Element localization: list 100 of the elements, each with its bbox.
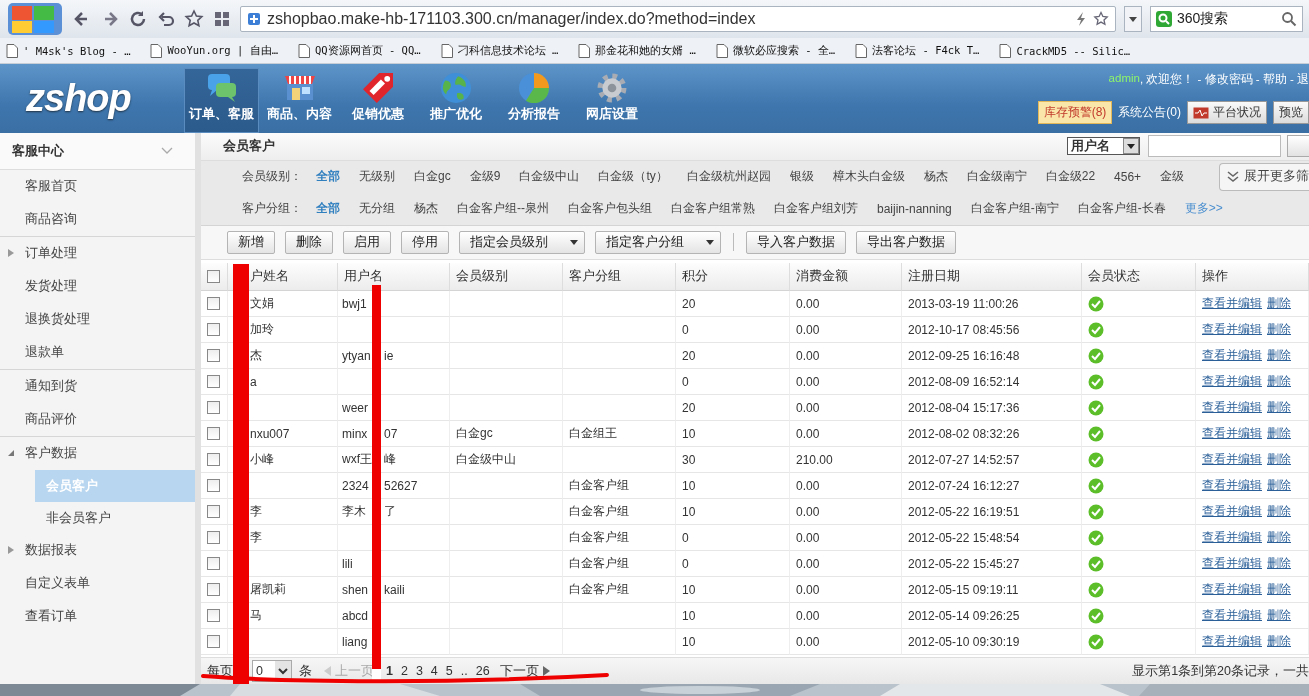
- toolbar-button[interactable]: 删除: [285, 230, 333, 254]
- page-link[interactable]: 3: [415, 664, 423, 679]
- nav-tab[interactable]: 商品、内容: [262, 68, 337, 133]
- bookmark[interactable]: QQ资源网首页 - QQ…: [298, 43, 421, 58]
- nav-tab[interactable]: 网店设置: [574, 68, 649, 133]
- nav-tab[interactable]: 推广优化: [418, 68, 493, 133]
- user-links[interactable]: , 欢迎您！ - 修改密码 - 帮助 - 退: [1139, 72, 1309, 87]
- action-link[interactable]: 查看并编辑: [1202, 581, 1262, 599]
- preview-button[interactable]: 预览: [1273, 101, 1309, 124]
- checkbox[interactable]: [207, 557, 220, 571]
- chevron-down-icon[interactable]: [161, 147, 173, 155]
- filter-option[interactable]: 白金级中山: [519, 168, 580, 186]
- search-field[interactable]: 360搜索: [1150, 6, 1303, 32]
- sidebar-item[interactable]: 发货处理: [0, 270, 195, 303]
- page-link[interactable]: 5: [445, 664, 453, 679]
- dropdown-icon[interactable]: [1124, 6, 1142, 32]
- nav-tab[interactable]: 分析报告: [496, 68, 571, 133]
- expand-filters-button[interactable]: 展开更多筛: [1219, 162, 1309, 191]
- checkbox[interactable]: [207, 453, 220, 467]
- action-link[interactable]: 查看并编辑: [1202, 451, 1262, 469]
- filter-option[interactable]: 白金客户组--泉州: [457, 200, 549, 218]
- filter-option[interactable]: 白金客户组常熟: [671, 200, 755, 218]
- action-link[interactable]: 删除: [1267, 529, 1291, 547]
- filter-option[interactable]: 金级: [1160, 168, 1185, 186]
- bookmark[interactable]: 法客论坛 - F4ck T…: [855, 43, 980, 58]
- sidebar-header[interactable]: 客服中心: [0, 133, 195, 170]
- nav-tab[interactable]: 促销优惠: [340, 68, 415, 133]
- filter-option[interactable]: 白金级杭州赵园: [686, 168, 771, 186]
- filter-option[interactable]: 樟木头白金级: [832, 168, 905, 186]
- action-link[interactable]: 查看并编辑: [1202, 399, 1262, 417]
- checkbox[interactable]: [207, 297, 220, 311]
- filter-option[interactable]: 银级: [789, 168, 814, 186]
- page-link[interactable]: 4: [430, 664, 438, 679]
- checkbox[interactable]: [207, 375, 220, 389]
- checkbox[interactable]: [207, 635, 220, 649]
- page-link[interactable]: 26: [475, 664, 490, 679]
- filter-option[interactable]: 杨杰: [923, 168, 948, 186]
- filter-option[interactable]: 白金级（ty）: [598, 168, 668, 186]
- star-icon[interactable]: [1093, 11, 1109, 27]
- filter-option[interactable]: 无分组: [359, 200, 395, 218]
- dropdown-button[interactable]: 指定会员级别: [459, 230, 585, 254]
- toolbar-button[interactable]: 停用: [401, 230, 449, 254]
- filter-option[interactable]: 白金客户组-长春: [1077, 200, 1166, 218]
- action-link[interactable]: 查看并编辑: [1202, 321, 1262, 339]
- sidebar-item[interactable]: 数据报表: [0, 534, 195, 567]
- action-link[interactable]: 查看并编辑: [1202, 295, 1262, 313]
- checkbox[interactable]: [207, 609, 220, 623]
- action-link[interactable]: 查看并编辑: [1202, 373, 1262, 391]
- search-input[interactable]: [1148, 135, 1281, 158]
- toolbar-button[interactable]: 启用: [343, 230, 391, 254]
- action-link[interactable]: 删除: [1267, 399, 1291, 417]
- filter-option[interactable]: 杨杰: [414, 200, 438, 218]
- announcement-link[interactable]: 系统公告(0): [1118, 104, 1181, 121]
- sidebar-item[interactable]: 退款单: [0, 336, 195, 369]
- filter-option[interactable]: 无级别: [359, 168, 395, 186]
- action-link[interactable]: 删除: [1267, 477, 1291, 495]
- nav-tab[interactable]: 订单、客服: [184, 68, 259, 133]
- action-link[interactable]: 删除: [1267, 581, 1291, 599]
- checkbox[interactable]: [207, 583, 220, 597]
- checkbox[interactable]: [207, 401, 220, 415]
- checkbox[interactable]: [207, 427, 220, 441]
- refresh-icon[interactable]: [128, 9, 148, 29]
- action-link[interactable]: 删除: [1267, 373, 1291, 391]
- sidebar-item[interactable]: 查看订单: [0, 600, 195, 633]
- action-link[interactable]: 查看并编辑: [1202, 477, 1262, 495]
- action-link[interactable]: 删除: [1267, 295, 1291, 313]
- filter-option[interactable]: 全部: [316, 200, 340, 218]
- bookmark[interactable]: 那金花和她的女婿 …: [578, 43, 696, 58]
- next-page-link[interactable]: 下一页: [499, 662, 539, 680]
- bookmark[interactable]: ' M4sk's Blog - …: [6, 43, 131, 58]
- checkbox[interactable]: [207, 323, 220, 337]
- bookmark[interactable]: 刁科信息技术论坛 …: [440, 43, 559, 58]
- app-logo-icon[interactable]: [6, 1, 64, 37]
- bookmark[interactable]: WooYun.org | 自由…: [150, 43, 278, 58]
- action-link[interactable]: 删除: [1267, 555, 1291, 573]
- logo[interactable]: zshop: [26, 64, 184, 133]
- toolbar-button[interactable]: 新增: [227, 230, 275, 254]
- sidebar-item[interactable]: 自定义表单: [0, 567, 195, 600]
- action-link[interactable]: 查看并编辑: [1202, 555, 1262, 573]
- toolbar-button[interactable]: 导入客户数据: [746, 230, 846, 254]
- action-link[interactable]: 查看并编辑: [1202, 503, 1262, 521]
- filter-option[interactable]: 白金级22: [1045, 168, 1096, 186]
- next-triangle-icon[interactable]: [542, 666, 551, 677]
- lightning-icon[interactable]: [1075, 11, 1087, 27]
- toolbar-button[interactable]: 导出客户数据: [856, 230, 956, 254]
- undo-icon[interactable]: [156, 9, 176, 29]
- action-link[interactable]: 删除: [1267, 451, 1291, 469]
- search-button[interactable]: [1287, 135, 1309, 158]
- action-link[interactable]: 删除: [1267, 321, 1291, 339]
- sidebar-item[interactable]: 订单处理: [0, 237, 195, 270]
- action-link[interactable]: 查看并编辑: [1202, 425, 1262, 443]
- action-link[interactable]: 查看并编辑: [1202, 347, 1262, 365]
- filter-option[interactable]: 456+: [1114, 169, 1142, 184]
- filter-option[interactable]: 白金gc: [414, 168, 451, 186]
- grid-icon[interactable]: [212, 9, 232, 29]
- search-type-select[interactable]: 用户名: [1067, 137, 1140, 156]
- filter-option[interactable]: 白金客户包头组: [568, 200, 652, 218]
- checkbox[interactable]: [207, 349, 220, 363]
- page-link[interactable]: 2: [400, 664, 408, 679]
- sidebar-subitem[interactable]: 非会员客户: [35, 502, 195, 534]
